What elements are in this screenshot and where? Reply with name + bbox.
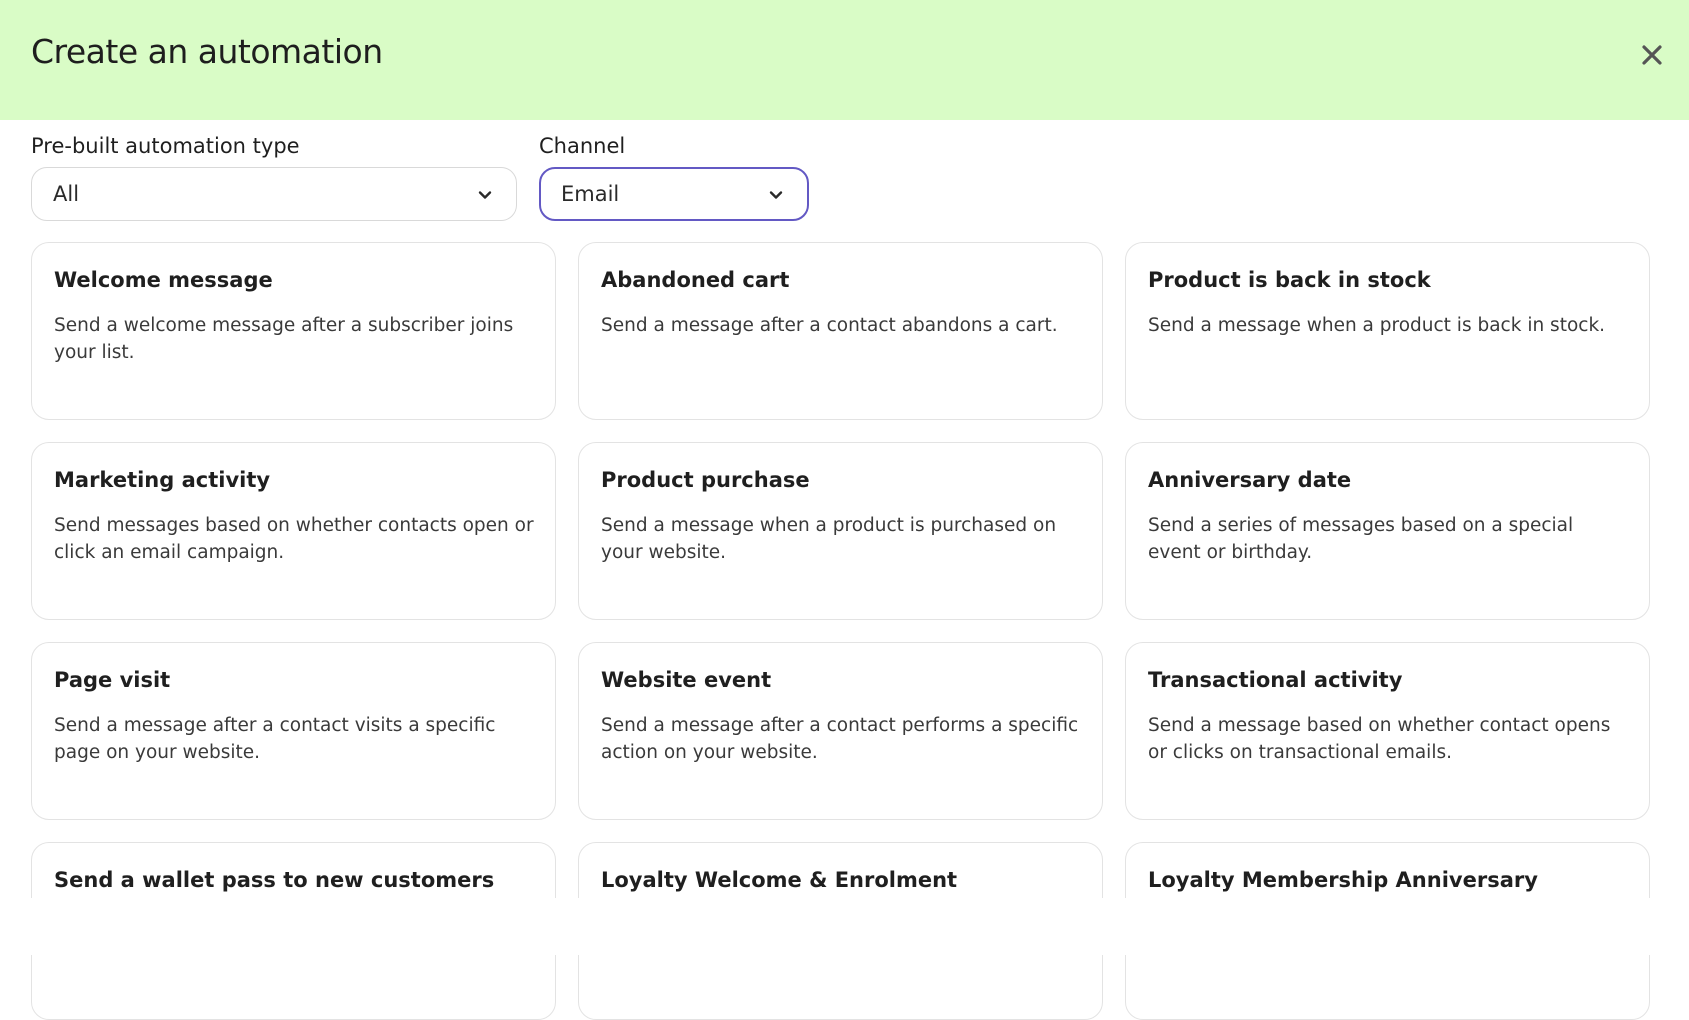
close-button[interactable]: [1637, 40, 1667, 70]
channel-select[interactable]: Email: [539, 167, 809, 221]
card-title: Product purchase: [601, 468, 810, 492]
card-description: Send messages based on whether contacts …: [54, 515, 534, 563]
automation-type-label: Pre-built automation type: [31, 134, 300, 158]
card-title: Anniversary date: [1148, 468, 1352, 492]
card-description: Send a welcome message after a subscribe…: [54, 315, 514, 363]
automation-card[interactable]: Welcome message Send a welcome message a…: [31, 242, 556, 420]
card-title: Abandoned cart: [601, 268, 790, 292]
card-description: Send a message when a product is purchas…: [601, 515, 1057, 563]
close-icon: [1642, 45, 1662, 65]
automation-card[interactable]: Transactional activity Send a message ba…: [1125, 642, 1650, 820]
automation-type-select[interactable]: All: [31, 167, 517, 221]
card-title: Transactional activity: [1148, 668, 1403, 692]
automation-type-value: All: [53, 182, 80, 206]
automation-card[interactable]: Website event Send a message after a con…: [578, 642, 1103, 820]
automation-card[interactable]: Product purchase Send a message when a p…: [578, 442, 1103, 620]
card-description: Send a message when a product is back in…: [1148, 315, 1606, 336]
scroll-region-bottom: [0, 898, 1689, 955]
automation-card[interactable]: Page visit Send a message after a contac…: [31, 642, 556, 820]
automation-card[interactable]: Abandoned cart Send a message after a co…: [578, 242, 1103, 420]
card-title: Product is back in stock: [1148, 268, 1431, 292]
dialog-header: Create an automation: [0, 0, 1689, 120]
card-title: Loyalty Membership Anniversary: [1148, 868, 1538, 892]
card-title: Page visit: [54, 668, 171, 692]
dialog-title: Create an automation: [31, 32, 383, 71]
card-title: Loyalty Welcome & Enrolment: [601, 868, 958, 892]
card-title: Marketing activity: [54, 468, 271, 492]
card-description: Send a message after a contact abandons …: [601, 315, 1058, 336]
card-description: Send a series of messages based on a spe…: [1148, 515, 1574, 563]
automation-card[interactable]: Product is back in stock Send a message …: [1125, 242, 1650, 420]
card-description: Send a message after a contact visits a …: [54, 715, 496, 763]
channel-label: Channel: [539, 134, 626, 158]
card-title: Website event: [601, 668, 772, 692]
chevron-down-icon: [769, 191, 783, 199]
card-description: Send a message based on whether contact …: [1148, 715, 1611, 763]
chevron-down-icon: [478, 191, 492, 199]
card-title: Welcome message: [54, 268, 273, 292]
channel-value: Email: [561, 182, 620, 206]
card-title: Send a wallet pass to new customers: [54, 868, 495, 892]
card-description: Send a message after a contact performs …: [601, 715, 1079, 763]
automation-card[interactable]: Anniversary date Send a series of messag…: [1125, 442, 1650, 620]
automation-card[interactable]: Marketing activity Send messages based o…: [31, 442, 556, 620]
